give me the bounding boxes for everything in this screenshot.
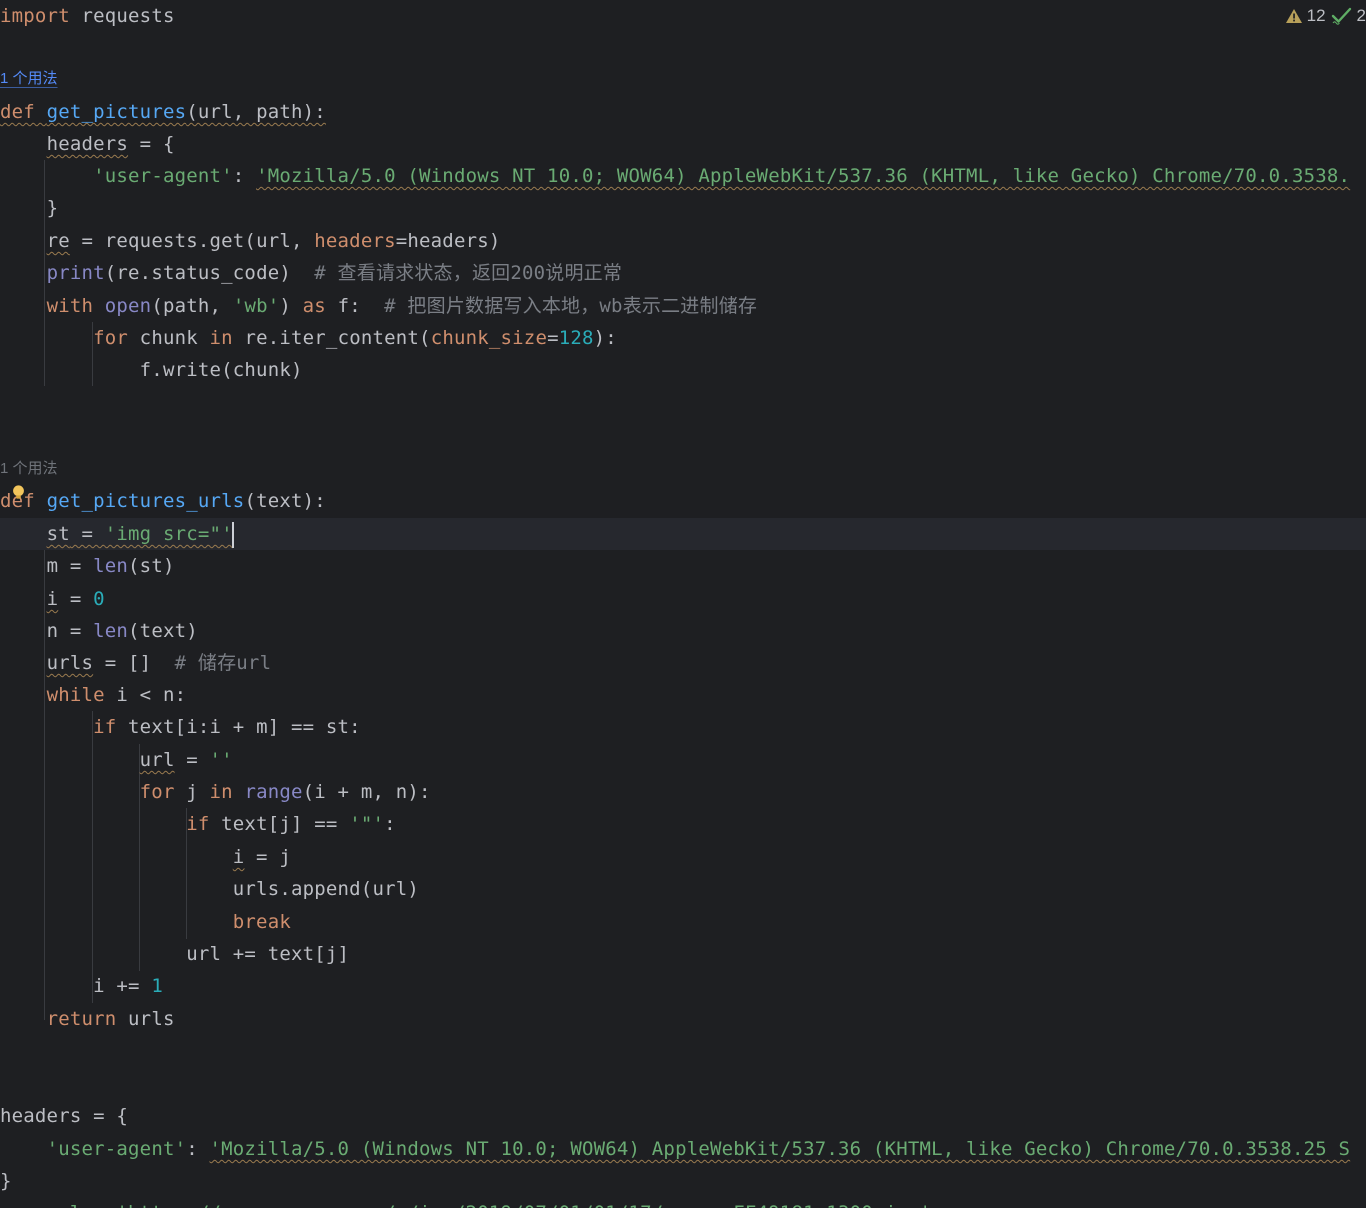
token-kwarg-headers: headers [314,230,396,252]
token-var-i: i [232,846,245,868]
code-line-if-slice[interactable]: if text[i:i + m] == st: [0,711,1366,743]
code-line-n-len[interactable]: n = len(text) [0,615,1366,647]
token-string-img-src: 'img src="' [104,523,233,545]
code-line-partial-bottom[interactable]: url = 'https://www.xxxxxx.com/a/img/2019… [0,1197,1366,1208]
code-line-urls-append[interactable]: urls.append(url) [0,873,1366,905]
token-var-headers: headers [0,1105,82,1127]
code-line-headers-open[interactable]: headers = { [0,128,1366,160]
token-signature: (url, path): [186,101,326,123]
token-keyword-for: for [93,327,129,349]
token-string-quote: '"' [349,813,385,835]
token-comment-write: # 把图片数据写入本地，wb表示二进制储存 [384,295,758,317]
code-line-global-headers-open[interactable]: headers = { [0,1100,1366,1132]
token-keyword-break: break [232,911,291,933]
token-function-get-pictures-urls: get_pictures_urls [46,490,245,512]
token-call-urls-append: urls.append(url) [232,878,420,900]
token-keyword-in: in [209,327,233,349]
token-keyword-as: as [302,295,326,317]
token-brace-close: } [0,1170,12,1192]
token-module-requests: requests [81,5,175,27]
token-var-i: i += [93,975,152,997]
code-line-with-open[interactable]: with open(path, 'wb') as f: # 把图片数据写入本地，… [0,290,1366,322]
token-builtin-print: print [46,262,105,284]
token-keyword-def: def [0,101,35,123]
token-keyword-while: while [46,684,105,706]
code-line-def-get-pictures-urls[interactable]: def get_pictures_urls(text): [0,485,1366,517]
token-keyword-for: for [139,781,175,803]
code-line-for-j[interactable]: for j in range(i + m, n): [0,776,1366,808]
code-line-if-quote[interactable]: if text[j] == '"': [0,808,1366,840]
token-builtin-len: len [93,620,129,642]
token-keyword-return: return [46,1008,117,1030]
token-function-get-pictures: get_pictures [46,101,187,123]
token-key-user-agent: 'user-agent' [93,165,233,187]
token-expr-url-concat: url += text[j] [186,943,350,965]
token-kwarg-chunk-size: chunk_size [430,327,548,349]
usage-hint-get-pictures[interactable]: 1 个用法 [0,66,58,92]
token-keyword-in: in [209,781,233,803]
code-line-url-concat[interactable]: url += text[j] [0,938,1366,970]
intention-bulb-icon[interactable] [10,484,27,501]
code-line-m-len[interactable]: m = len(st) [0,550,1366,582]
token-number-1: 1 [151,975,163,997]
text-caret [232,522,234,548]
token-number-128: 128 [558,327,594,349]
token-string-wb: 'wb' [232,295,280,317]
token-var-urls: urls [46,652,94,674]
code-line-i-zero[interactable]: i = 0 [0,583,1366,615]
token-key-user-agent: 'user-agent' [46,1138,187,1160]
code-line-return-urls[interactable]: return urls [0,1003,1366,1035]
token-keyword-if: if [186,813,210,835]
code-line-break[interactable]: break [0,906,1366,938]
token-var-url: url [139,749,175,771]
token-keyword-with: with [46,295,105,317]
code-line-headers-close[interactable]: } [0,192,1366,224]
token-call-f-write: f.write(chunk) [139,359,303,381]
token-comment-store-url: # 储存url [174,652,272,674]
token-value-user-agent: 'Mozilla/5.0 (Windows NT 10.0; WOW64) Ap… [209,1138,1351,1160]
token-signature: (text): [244,490,326,512]
token-builtin-open: open [104,295,152,317]
token-comment-status: # 查看请求状态，返回200说明正常 [314,262,623,284]
code-line-i-increment[interactable]: i += 1 [0,970,1366,1002]
usage-hint-get-pictures-urls[interactable]: 1 个用法 [0,456,58,482]
code-line-requests-get[interactable]: re = requests.get(url, headers=headers) [0,225,1366,257]
code-line-urls-init[interactable]: urls = [] # 储存url [0,647,1366,679]
code-line-for-chunk[interactable]: for chunk in re.iter_content(chunk_size=… [0,322,1366,354]
code-line-st-assign[interactable]: st = 'img src="' [0,518,1366,550]
code-line-while[interactable]: while i < n: [0,679,1366,711]
token-var-i: i [46,588,59,610]
code-line-global-headers-close[interactable]: } [0,1165,1366,1197]
token-number-0: 0 [93,588,105,610]
token-keyword-import: import [0,5,70,27]
code-editor[interactable]: 12 2 1 个用法 1 个用法 import requests def get… [0,0,1366,1208]
token-string-empty: '' [209,749,233,771]
code-line-i-assign-j[interactable]: i = j [0,841,1366,873]
token-builtin-len: len [93,555,129,577]
code-line-user-agent-bottom[interactable]: 'user-agent': 'Mozilla/5.0 (Windows NT 1… [0,1133,1366,1165]
token-builtin-range: range [244,781,303,803]
token-keyword-if: if [93,716,117,738]
token-var-st: st [46,523,70,545]
token-var-n: n = [46,620,94,642]
code-line-import[interactable]: import requests [0,0,1366,32]
token-brace-close: } [46,197,59,219]
code-line-print-status[interactable]: print(re.status_code) # 查看请求状态，返回200说明正常 [0,257,1366,289]
code-line-url-init[interactable]: url = '' [0,744,1366,776]
code-line-f-write[interactable]: f.write(chunk) [0,354,1366,386]
code-line-user-agent-top[interactable]: 'user-agent': 'Mozilla/5.0 (Windows NT 1… [0,160,1366,192]
token-var-re: re [46,230,70,252]
code-line-def-get-pictures[interactable]: def get_pictures(url, path): [0,96,1366,128]
token-var-m: m = [46,555,94,577]
token-value-user-agent: 'Mozilla/5.0 (Windows NT 10.0; WOW64) Ap… [256,165,1351,187]
token-var-headers: headers [46,133,129,155]
